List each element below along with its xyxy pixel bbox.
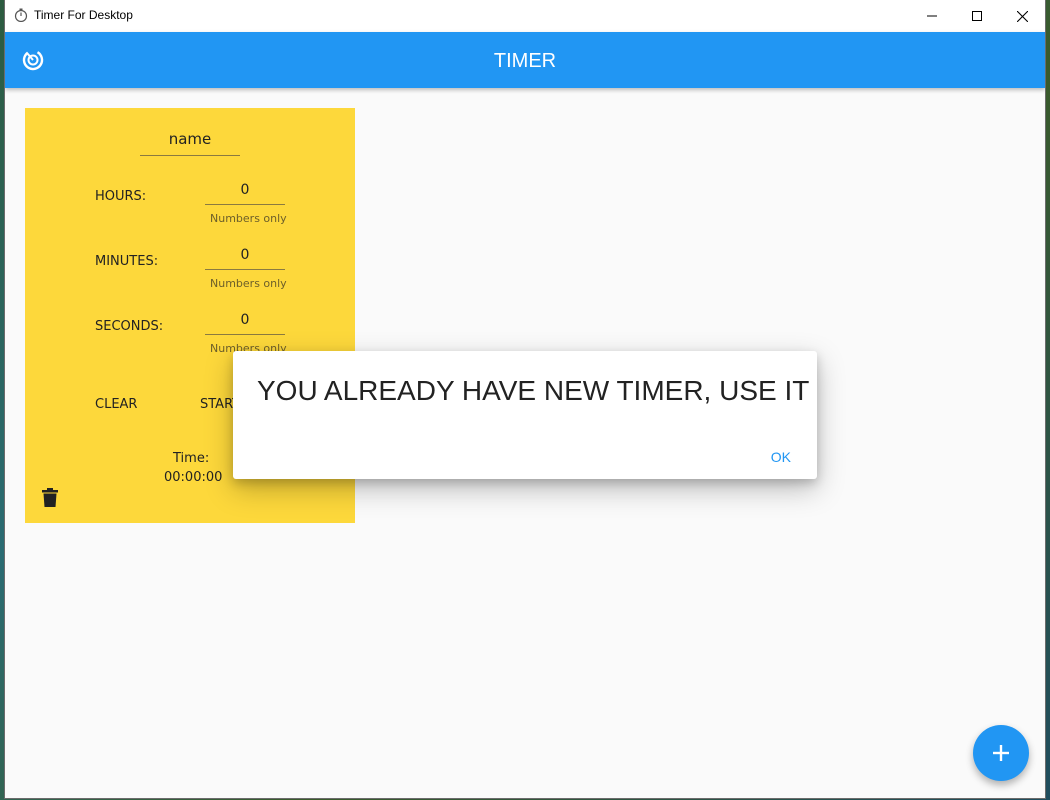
window-title: Timer For Desktop [34, 8, 133, 22]
maximize-button[interactable] [954, 0, 1000, 32]
hours-helper: Numbers only [210, 212, 287, 225]
alert-dialog: YOU ALREADY HAVE NEW TIMER, USE IT OK [233, 351, 817, 479]
app-title: TIMER [493, 50, 557, 72]
add-timer-button[interactable] [973, 725, 1029, 781]
seconds-input[interactable]: 0 [205, 312, 285, 335]
minimize-button[interactable] [909, 0, 955, 32]
seconds-label: SECONDS: [95, 319, 164, 334]
time-value: 00:00:00 [164, 470, 223, 485]
minutes-helper: Numbers only [210, 277, 287, 290]
minimize-icon [927, 15, 937, 17]
dialog-ok-button[interactable]: OK [771, 449, 791, 465]
hours-input[interactable]: 0 [205, 182, 285, 205]
hours-label: HOURS: [95, 189, 147, 204]
maximize-icon [972, 11, 982, 21]
clear-button[interactable]: CLEAR [95, 397, 137, 412]
time-label: Time: [173, 451, 210, 466]
minutes-input[interactable]: 0 [205, 247, 285, 270]
plus-icon [993, 745, 1009, 761]
app-bar: TIMER [5, 32, 1045, 88]
close-button[interactable] [999, 0, 1045, 32]
title-bar: Timer For Desktop [5, 0, 1045, 32]
minutes-label: MINUTES: [95, 254, 159, 269]
trash-icon[interactable] [41, 488, 59, 508]
timer-name-input[interactable]: name [140, 128, 240, 156]
close-icon [1016, 10, 1028, 22]
stopwatch-icon [14, 8, 28, 22]
dialog-message: YOU ALREADY HAVE NEW TIMER, USE IT [257, 375, 810, 406]
